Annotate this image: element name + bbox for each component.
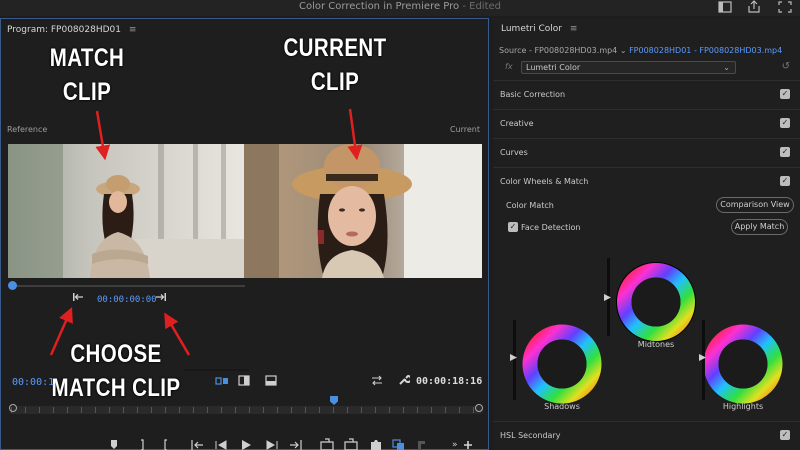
apply-match-button[interactable]: Apply Match bbox=[731, 219, 788, 235]
highlights-label: Highlights bbox=[722, 402, 764, 411]
section-curves[interactable]: Curves ✓ bbox=[493, 138, 800, 167]
step-back-icon bbox=[215, 440, 227, 450]
face-detection-checkbox[interactable]: ✓ bbox=[508, 222, 518, 232]
comparison-view-button[interactable]: Comparison View bbox=[716, 197, 794, 213]
more-icon: » bbox=[452, 440, 458, 450]
basic-correction-checkbox[interactable]: ✓ bbox=[780, 89, 790, 99]
comparison-view-icon[interactable] bbox=[213, 376, 231, 389]
effect-select[interactable]: Lumetri Color ⌄ bbox=[521, 61, 736, 74]
section-color-wheels-match[interactable]: Color Wheels & Match ✓ bbox=[493, 167, 800, 196]
share-icon[interactable] bbox=[745, 0, 763, 14]
panel-layout-icon[interactable] bbox=[716, 0, 734, 14]
lift-icon bbox=[320, 438, 334, 450]
section-basic-correction[interactable]: Basic Correction ✓ bbox=[493, 80, 800, 109]
timeline-start-handle[interactable] bbox=[9, 404, 17, 412]
sequence-clip-link[interactable]: FP008028HD01 - FP008028HD03.mp4 bbox=[629, 46, 782, 55]
shadows-slider[interactable] bbox=[513, 320, 516, 400]
panel-menu-icon[interactable]: ≡ bbox=[570, 24, 578, 34]
match-frame-timecode[interactable]: 00:00:00:00 bbox=[97, 295, 157, 305]
transport-controls: » bbox=[111, 438, 472, 450]
wrench-icon[interactable] bbox=[397, 374, 412, 389]
effect-row: fx Lumetri Color ⌄ ↺ bbox=[499, 61, 794, 75]
section-creative[interactable]: Creative ✓ bbox=[493, 109, 800, 138]
fullscreen-icon[interactable] bbox=[776, 0, 794, 14]
highlights-wheel[interactable] bbox=[703, 324, 783, 404]
lumetri-color-tab[interactable]: Lumetri Color ≡ bbox=[501, 24, 577, 34]
split-view-icon[interactable] bbox=[264, 375, 278, 389]
section-hsl-secondary[interactable]: HSL Secondary ✓ bbox=[493, 421, 800, 450]
playhead-timecode[interactable]: 00:00:1 bbox=[12, 377, 54, 388]
lumetri-color-panel: Lumetri Color ≡ Source - FP008028HD03.mp… bbox=[493, 18, 800, 450]
next-edit-icon[interactable] bbox=[154, 292, 168, 305]
mark-in-icon bbox=[141, 439, 144, 450]
reset-icon[interactable]: ↺ bbox=[782, 61, 790, 72]
comparison-view-active-icon bbox=[392, 439, 404, 450]
color-wheels-checkbox[interactable]: ✓ bbox=[780, 176, 790, 186]
extract-icon bbox=[344, 438, 358, 450]
source-breadcrumb: Source - FP008028HD03.mp4 ⌄ FP008028HD01… bbox=[499, 46, 782, 55]
add-icon bbox=[464, 441, 472, 449]
timeline-end-handle[interactable] bbox=[475, 404, 483, 412]
go-to-out-icon bbox=[290, 440, 302, 450]
play-icon bbox=[242, 440, 251, 450]
highlights-slider[interactable] bbox=[702, 320, 705, 400]
reference-scrubber[interactable] bbox=[9, 285, 245, 287]
shadows-wheel[interactable] bbox=[522, 324, 602, 404]
hsl-secondary-checkbox[interactable]: ✓ bbox=[780, 430, 790, 440]
step-forward-icon bbox=[266, 440, 278, 450]
trim-icon bbox=[418, 441, 425, 450]
timeline-ticks bbox=[11, 407, 481, 413]
creative-checkbox[interactable]: ✓ bbox=[780, 118, 790, 128]
chevron-down-icon: ⌄ bbox=[723, 63, 730, 72]
duration-timecode: 00:00:18:16 bbox=[416, 376, 483, 387]
face-detection-label: Face Detection bbox=[521, 223, 581, 232]
window-title: Color Correction in Premiere Pro - Edite… bbox=[299, 1, 501, 12]
previous-edit-icon[interactable] bbox=[71, 292, 85, 305]
title-bar: Color Correction in Premiere Pro - Edite… bbox=[0, 0, 800, 16]
program-monitor-panel: Program: FP008028HD01 ≡ Reference Curren… bbox=[0, 18, 489, 450]
export-frame-icon bbox=[371, 440, 381, 450]
side-by-side-icon[interactable] bbox=[237, 375, 251, 389]
chevron-down-icon[interactable]: ⌄ bbox=[620, 46, 629, 55]
midtones-label: Midtones bbox=[637, 340, 675, 349]
color-match-label: Color Match bbox=[506, 201, 554, 210]
shadows-label: Shadows bbox=[544, 402, 580, 411]
source-clip-link[interactable]: Source - FP008028HD03.mp4 bbox=[499, 46, 617, 55]
reference-playhead[interactable] bbox=[8, 281, 17, 290]
swap-icon[interactable] bbox=[370, 375, 384, 389]
mark-out-icon bbox=[164, 439, 167, 450]
marker-icon bbox=[111, 440, 117, 449]
go-to-in-icon bbox=[191, 440, 203, 450]
curves-checkbox[interactable]: ✓ bbox=[780, 147, 790, 157]
fx-badge: fx bbox=[505, 62, 513, 71]
midtones-wheel[interactable] bbox=[616, 262, 696, 342]
